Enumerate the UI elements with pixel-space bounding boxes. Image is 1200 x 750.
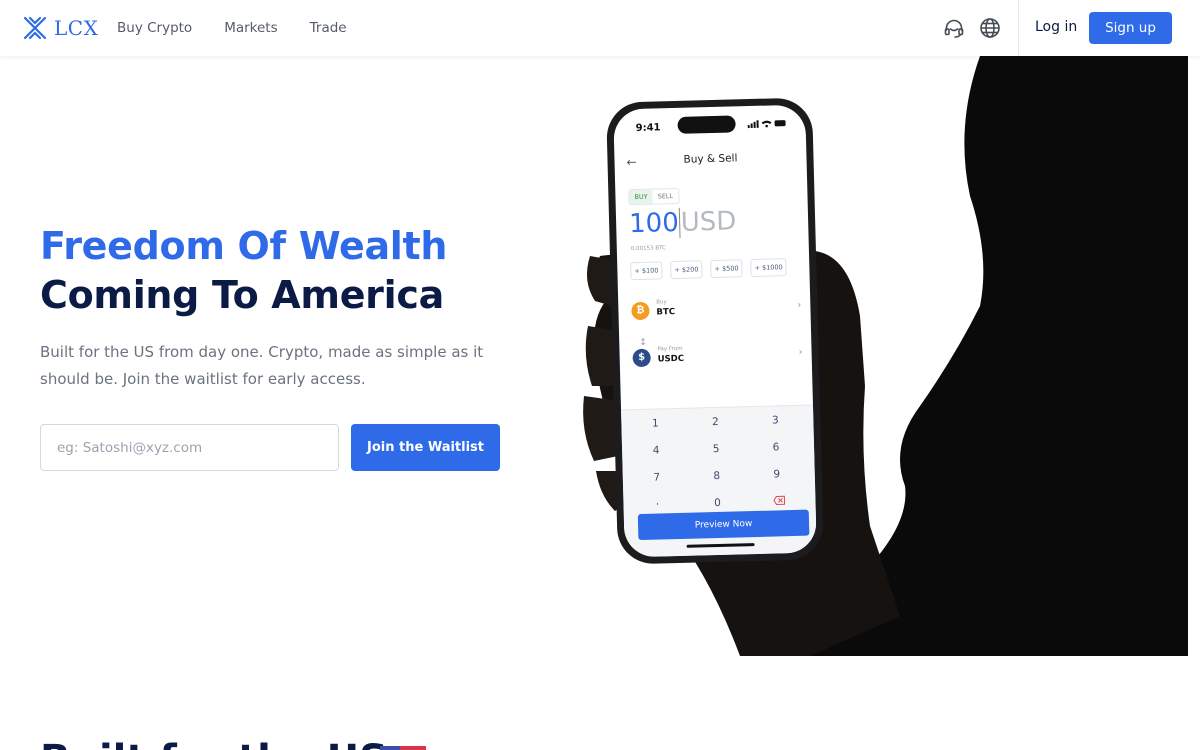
section-title: Built for the US [40,735,388,750]
hero-title-line-2: Coming To America [40,273,444,317]
chevron-right-icon: › [797,299,802,311]
key-1[interactable]: 1 [625,417,685,431]
phone-screen: 9:41 ← Buy & Sell BUY SELL 100USD 0.0015… [613,104,817,558]
preset-500[interactable]: + $500 [710,259,743,279]
status-icons [747,120,786,129]
pay-from-asset: USDC [657,353,685,365]
top-navbar: LCX Buy Crypto Markets Trade Log in Sign… [0,0,1200,56]
buy-asset: BTC [656,307,676,318]
preset-1000[interactable]: + $1000 [750,258,787,278]
phone-mockup: 9:41 ← Buy & Sell BUY SELL 100USD 0.0015… [605,97,825,565]
status-time: 9:41 [635,122,661,135]
buy-asset-row[interactable]: ₿ Buy BTC › [631,294,802,324]
lcx-logo[interactable]: LCX [22,15,98,41]
screen-title: Buy & Sell [683,152,738,166]
buy-sell-tabs: BUY SELL [628,187,680,206]
nav-trade[interactable]: Trade [310,20,347,36]
hero-title: Freedom Of Wealth Coming To America [40,222,447,320]
lcx-logo-icon [23,16,47,40]
login-link[interactable]: Log in [1035,19,1077,35]
key-5[interactable]: 5 [686,442,746,456]
hero-title-line-1: Freedom Of Wealth [40,224,448,268]
logo-text: LCX [54,16,99,40]
key-6[interactable]: 6 [746,441,806,455]
amount-display[interactable]: 100USD [629,206,737,239]
hero-subtitle: Built for the US from day one. Crypto, m… [40,343,484,388]
number-keypad: 1 2 3 4 5 6 7 8 9 . 0 Preview Now [621,404,817,558]
preset-amounts: + $100 + $200 + $500 + $1000 [630,258,787,281]
dynamic-island [677,115,736,134]
main-nav: Buy Crypto Markets Trade [117,0,347,56]
key-3[interactable]: 3 [745,414,805,428]
backspace-icon[interactable] [773,495,786,505]
globe-icon[interactable] [979,17,1001,39]
headset-icon[interactable] [943,17,965,39]
pay-from-label: Pay From [657,345,683,353]
signup-button[interactable]: Sign up [1089,12,1172,44]
key-0[interactable]: 0 [687,496,747,510]
pay-from-row[interactable]: $ Pay From USDC › [632,341,803,371]
tab-sell[interactable]: SELL [652,189,678,204]
preview-now-button[interactable]: Preview Now [637,509,810,541]
nav-buy-crypto[interactable]: Buy Crypto [117,20,192,36]
btc-equivalent: 0.00153 BTC [630,245,667,253]
join-waitlist-button[interactable]: Join the Waitlist [351,424,500,471]
chevron-right-icon: › [798,346,803,358]
amount-value: 100 [628,207,680,240]
key-9[interactable]: 9 [747,468,807,482]
buy-label: Buy [656,299,667,306]
key-2[interactable]: 2 [685,415,745,429]
usdc-icon: $ [632,348,651,368]
email-field[interactable] [40,424,339,471]
key-4[interactable]: 4 [626,444,686,458]
header-divider [1018,0,1019,56]
preset-100[interactable]: + $100 [630,261,663,281]
tab-buy[interactable]: BUY [629,189,653,205]
us-flag-icon [380,746,426,750]
key-8[interactable]: 8 [687,469,747,483]
amount-currency: USD [678,206,737,238]
key-decimal[interactable]: . [627,495,687,509]
bitcoin-icon: ₿ [631,301,650,321]
nav-markets[interactable]: Markets [224,20,277,36]
key-7[interactable]: 7 [627,471,687,485]
preset-200[interactable]: + $200 [670,260,703,280]
